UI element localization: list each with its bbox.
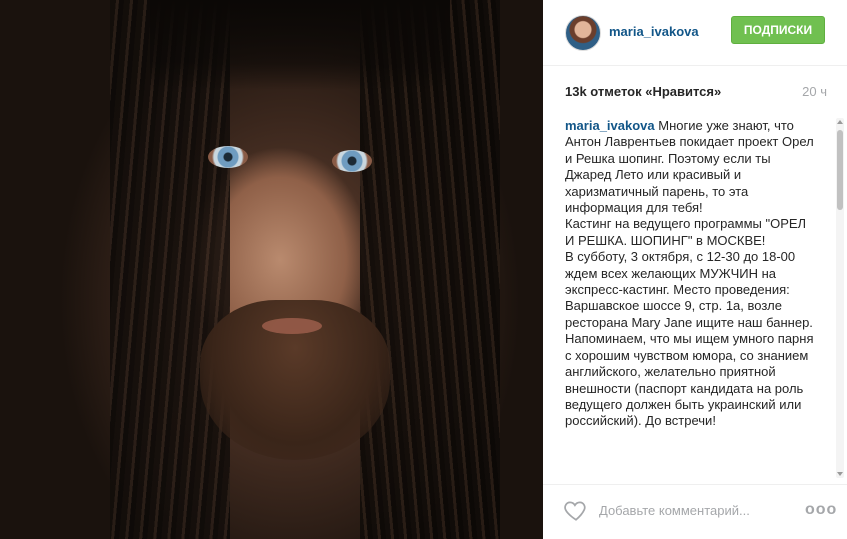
follow-button[interactable]: ПОДПИСКИ (731, 16, 825, 44)
caption-container[interactable]: maria_ivakova Многие уже знают, что Анто… (565, 118, 827, 474)
photo-hair-top (150, 0, 450, 90)
scroll-up-arrow-icon[interactable] (837, 120, 843, 124)
comment-input[interactable] (599, 499, 769, 521)
heart-outline-icon[interactable] (563, 497, 589, 523)
caption-paragraph: maria_ivakova Многие уже знают, что Анто… (565, 118, 815, 216)
post-time[interactable]: 20 ч (802, 84, 827, 99)
avatar[interactable] (565, 15, 601, 51)
scrollbar-thumb[interactable] (837, 130, 843, 210)
photo-eye-left (208, 146, 248, 168)
caption: maria_ivakova Многие уже знают, что Анто… (565, 118, 815, 430)
photo-eye-right (332, 150, 372, 172)
post-header: maria_ivakova ПОДПИСКИ (543, 0, 847, 66)
caption-paragraph: Кастинг на ведущего программы "ОРЕЛ И РЕ… (565, 216, 807, 248)
post-side-panel: maria_ivakova ПОДПИСКИ 13k отметок «Нрав… (543, 0, 847, 539)
likes-count[interactable]: 13k отметок «Нравится» (565, 84, 721, 99)
caption-paragraph: Напоминаем, что мы ищем умного парня с х… (565, 331, 814, 429)
post-photo (0, 0, 543, 539)
caption-scrollbar[interactable] (836, 118, 844, 478)
photo-lips (262, 318, 322, 334)
caption-username[interactable]: maria_ivakova (565, 118, 655, 133)
more-horizontal-icon[interactable]: ooo (805, 499, 836, 521)
likes-row: 13k отметок «Нравится» 20 ч (565, 84, 827, 102)
post-username[interactable]: maria_ivakova (609, 24, 699, 39)
post-footer: ooo (543, 484, 847, 539)
caption-paragraph: В субботу, 3 октября, с 12-30 до 18-00 ж… (565, 249, 813, 330)
scroll-down-arrow-icon[interactable] (837, 472, 843, 476)
